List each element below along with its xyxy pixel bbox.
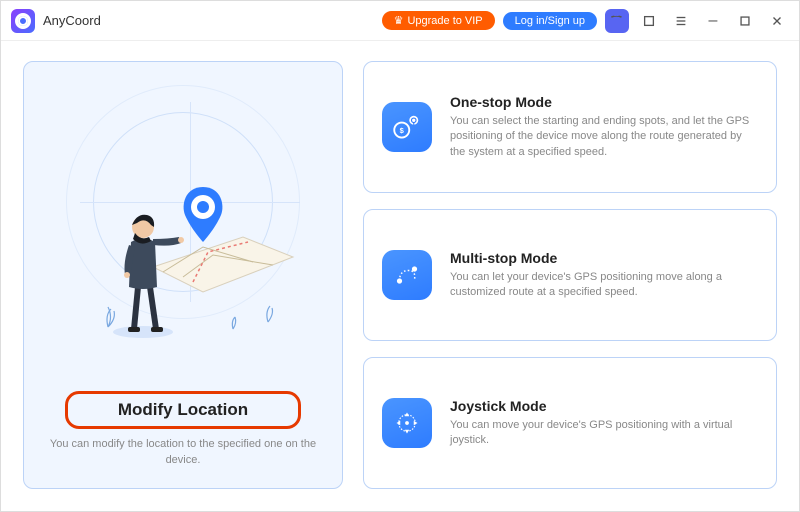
joystick-title: Joystick Mode bbox=[450, 398, 758, 414]
mode-list: $ One-stop Mode You can select the start… bbox=[363, 61, 777, 489]
window-restore-icon bbox=[642, 14, 656, 28]
minimize-icon: – bbox=[709, 12, 718, 30]
crown-icon: ♛ bbox=[394, 14, 404, 27]
person-map-pin-icon bbox=[53, 117, 313, 357]
maximize-button[interactable] bbox=[733, 9, 757, 33]
multi-stop-mode-card[interactable]: Multi-stop Mode You can let your device'… bbox=[363, 209, 777, 341]
multi-stop-title: Multi-stop Mode bbox=[450, 250, 758, 266]
one-stop-title: One-stop Mode bbox=[450, 94, 758, 110]
menu-button[interactable] bbox=[669, 9, 693, 33]
upgrade-vip-button[interactable]: ♛ Upgrade to VIP bbox=[382, 11, 495, 30]
titlebar: AnyCoord ♛ Upgrade to VIP Log in/Sign up… bbox=[1, 1, 799, 41]
joystick-mode-icon bbox=[382, 398, 432, 448]
modify-location-card[interactable]: Modify Location You can modify the locat… bbox=[23, 61, 343, 489]
close-button[interactable] bbox=[765, 9, 789, 33]
app-logo-icon bbox=[11, 9, 35, 33]
svg-text:$: $ bbox=[400, 126, 405, 135]
discord-button[interactable] bbox=[605, 9, 629, 33]
modify-location-desc: You can modify the location to the speci… bbox=[43, 437, 323, 468]
multi-stop-mode-icon bbox=[382, 250, 432, 300]
login-label: Log in/Sign up bbox=[515, 15, 585, 27]
minimize-button[interactable]: – bbox=[701, 9, 725, 33]
joystick-desc: You can move your device's GPS positioni… bbox=[450, 418, 758, 449]
one-stop-desc: You can select the starting and ending s… bbox=[450, 114, 758, 160]
close-icon bbox=[770, 14, 784, 28]
app-title: AnyCoord bbox=[43, 13, 101, 28]
one-stop-mode-icon: $ bbox=[382, 102, 432, 152]
multi-stop-desc: You can let your device's GPS positionin… bbox=[450, 270, 758, 301]
menu-icon bbox=[674, 14, 688, 28]
modify-location-title: Modify Location bbox=[65, 391, 301, 429]
app-window: AnyCoord ♛ Upgrade to VIP Log in/Sign up… bbox=[0, 0, 800, 512]
content-area: Modify Location You can modify the locat… bbox=[1, 41, 799, 511]
login-signup-button[interactable]: Log in/Sign up bbox=[503, 12, 597, 30]
vip-label: Upgrade to VIP bbox=[407, 15, 482, 27]
joystick-mode-card[interactable]: Joystick Mode You can move your device's… bbox=[363, 357, 777, 489]
discord-icon bbox=[610, 14, 624, 28]
window-restore-button[interactable] bbox=[637, 9, 661, 33]
modify-location-illustration bbox=[40, 82, 326, 391]
one-stop-mode-card[interactable]: $ One-stop Mode You can select the start… bbox=[363, 61, 777, 193]
maximize-icon bbox=[738, 14, 752, 28]
